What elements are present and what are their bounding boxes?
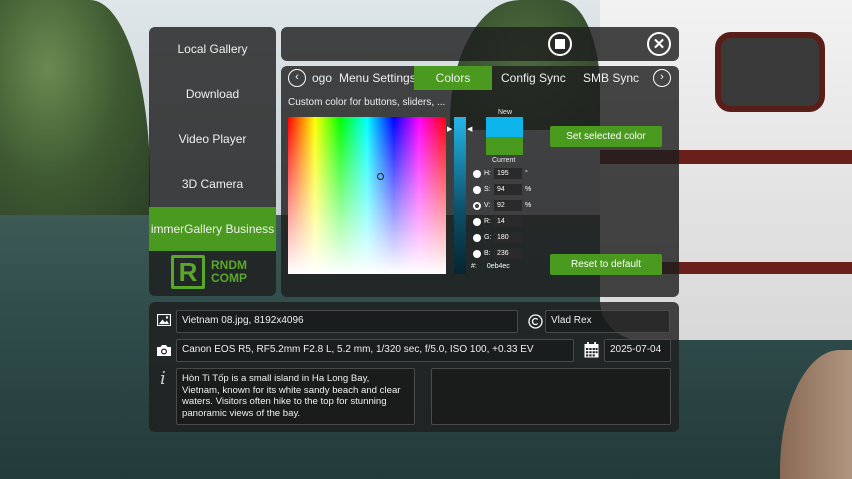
field-h-input[interactable]: 195	[494, 168, 522, 179]
field-s-unit: %	[525, 186, 532, 193]
field-r-label: R:	[484, 218, 491, 225]
radio-g[interactable]	[473, 233, 481, 242]
field-b-label: B:	[484, 250, 491, 257]
field-s-input[interactable]: 94	[494, 184, 522, 195]
field-s: S: 94 %	[473, 183, 531, 196]
slider-arrow-right-icon: ◀	[467, 126, 473, 133]
field-r-input[interactable]: 14	[494, 216, 522, 227]
logo-letter: R	[171, 255, 205, 289]
chevron-left-icon[interactable]: ‹	[288, 69, 306, 87]
radio-b[interactable]	[473, 249, 481, 258]
sidebar-item-video-player[interactable]: Video Player	[149, 117, 276, 161]
close-button[interactable]: ✕	[647, 32, 671, 56]
sidebar-item-download[interactable]: Download	[149, 72, 276, 116]
calendar-icon	[584, 342, 599, 358]
image-icon	[157, 314, 171, 326]
sidebar: Local Gallery Download Video Player 3D C…	[149, 27, 276, 296]
image-info-panel: Vietnam 08.jpg, 8192x4096 Vlad Rex Canon…	[149, 302, 679, 432]
author-field: Vlad Rex	[545, 310, 670, 333]
field-v: V: 92 %	[473, 199, 531, 212]
slider-arrow-left-icon: ▶	[447, 126, 453, 133]
field-v-input[interactable]: 92	[494, 200, 522, 211]
set-selected-color-button[interactable]: Set selected color	[550, 126, 662, 147]
reset-to-default-button[interactable]: Reset to default	[550, 254, 662, 275]
field-g-input[interactable]: 180	[494, 232, 522, 243]
custom-color-label: Custom color for buttons, sliders, ...	[288, 97, 446, 108]
radio-r[interactable]	[473, 217, 481, 226]
top-bar: ✕	[281, 27, 679, 61]
tab-smb-sync[interactable]: SMB Sync	[583, 66, 641, 90]
file-name-field: Vietnam 08.jpg, 8192x4096	[176, 310, 518, 333]
tab-config-sync[interactable]: Config Sync	[501, 66, 571, 90]
copyright-icon	[528, 314, 543, 329]
sidebar-item-3d-camera[interactable]: 3D Camera	[149, 162, 276, 206]
field-h: H: 195 °	[473, 167, 528, 180]
radio-s[interactable]	[473, 185, 481, 194]
info-icon: i	[160, 368, 166, 389]
field-s-label: S:	[484, 186, 491, 193]
field-b: B: 236	[473, 247, 522, 260]
field-v-label: V:	[484, 202, 491, 209]
notes-field	[431, 368, 671, 425]
date-field: 2025-07-04	[604, 339, 671, 362]
picker-handle[interactable]	[377, 173, 384, 180]
logo-line2: COMP	[211, 271, 247, 285]
field-v-unit: %	[525, 202, 532, 209]
field-h-label: H:	[484, 170, 491, 177]
tab-colors[interactable]: Colors	[414, 66, 492, 90]
hex-field: #: 0eb4ec	[471, 263, 510, 270]
current-color-label: Current	[492, 157, 516, 164]
radio-v[interactable]	[473, 201, 481, 210]
camera-info-field: Canon EOS R5, RF5.2mm F2.8 L, 5.2 mm, 1/…	[176, 339, 574, 362]
boat-window	[715, 32, 825, 112]
chevron-right-icon[interactable]: ›	[653, 69, 671, 87]
field-h-unit: °	[525, 170, 528, 177]
tab-menu-settings[interactable]: Menu Settings	[339, 66, 416, 90]
rndm-comp-logo: R RNDM COMP	[171, 255, 247, 289]
radio-h[interactable]	[473, 169, 481, 178]
value-slider[interactable]	[454, 117, 466, 274]
field-g-label: G:	[484, 234, 492, 241]
saturation-value-picker[interactable]	[288, 117, 446, 274]
stop-button[interactable]	[548, 32, 572, 56]
close-icon: ✕	[652, 35, 666, 53]
logo-text: RNDM COMP	[211, 259, 247, 285]
tab-logo[interactable]: ogo	[312, 66, 338, 90]
field-g: G: 180	[473, 231, 522, 244]
tab-bar: ‹ ogo Menu Settings Colors Config Sync S…	[281, 66, 679, 90]
field-b-input[interactable]: 236	[494, 248, 522, 259]
sidebar-item-immergallery-business[interactable]: immerGallery Business	[149, 207, 276, 251]
sidebar-item-local-gallery[interactable]: Local Gallery	[149, 27, 276, 71]
hex-input[interactable]: 0eb4ec	[487, 263, 510, 270]
settings-panel: ‹ ogo Menu Settings Colors Config Sync S…	[281, 66, 679, 297]
camera-icon	[157, 345, 171, 356]
stop-icon	[555, 39, 565, 49]
new-color-label: New	[498, 109, 513, 116]
field-r: R: 14	[473, 215, 522, 228]
new-color-swatch	[486, 117, 523, 137]
hex-label: #:	[471, 263, 477, 270]
current-color-swatch	[486, 137, 523, 155]
description-field: Hòn Ti Tốp is a small island in Ha Long …	[176, 368, 415, 425]
